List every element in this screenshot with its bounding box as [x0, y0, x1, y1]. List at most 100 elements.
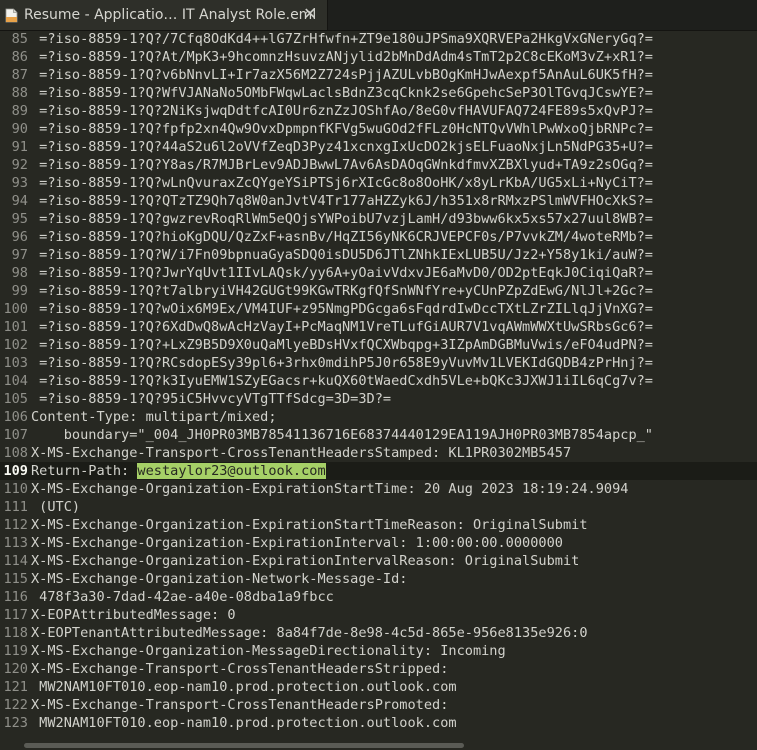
- code-line[interactable]: 95 =?iso-8859-1?Q?gwzrevRoqRlWm5eQOjsYWP…: [0, 210, 757, 228]
- line-text: =?iso-8859-1?Q?v6bNnvLI+Ir7azX56M2Z724sP…: [31, 66, 653, 84]
- code-line[interactable]: 89 =?iso-8859-1?Q?2NiKsjwqDdtfcAI0Ur6znZ…: [0, 102, 757, 120]
- line-text-content: =?iso-8859-1?Q?95iC5HvvcyVTgTTfSdcg=3D=3…: [31, 391, 392, 407]
- line-text: MW2NAM10FT010.eop-nam10.prod.protection.…: [31, 678, 456, 696]
- text-editor-window: 84 =?iso-8859-1?Q?XwiXnX1o4ML83t7ToT+d2U…: [0, 0, 757, 750]
- line-number: 96: [11, 229, 28, 245]
- selected-email-address[interactable]: westaylor23@outlook.com: [137, 463, 326, 479]
- line-text-content: =?iso-8859-1?Q?QTzTZ9Qh7q8W0anJvtV4Tr177…: [31, 193, 653, 209]
- code-line[interactable]: 108 X-MS-Exchange-Transport-CrossTenantHe…: [0, 444, 757, 462]
- code-line[interactable]: 111 (UTC): [0, 498, 757, 516]
- line-text-content: =?iso-8859-1?Q?WfVJANaNo5OMbFWqwLaclsBdn…: [31, 85, 653, 101]
- line-number: 117: [3, 607, 28, 623]
- line-text: =?iso-8859-1?Q?95iC5HvvcyVTgTTfSdcg=3D=3…: [31, 390, 391, 408]
- line-number: 98: [11, 265, 28, 281]
- current-line[interactable]: 109 Return-Path: westaylor23@outlook.com: [0, 462, 757, 480]
- line-text: X-MS-Exchange-Transport-CrossTenantHeade…: [31, 696, 448, 714]
- line-text: X-MS-Exchange-Organization-MessageDirect…: [31, 642, 506, 660]
- line-number: 107: [3, 427, 28, 443]
- code-line[interactable]: 118 X-EOPTenantAttributedMessage: 8a84f7d…: [0, 624, 757, 642]
- code-line[interactable]: 114 X-MS-Exchange-Organization-Expiration…: [0, 552, 757, 570]
- code-line[interactable]: 102 =?iso-8859-1?Q?+LxZ9B5D9X0uQaMlyeBDs…: [0, 336, 757, 354]
- line-number: 123: [3, 715, 28, 731]
- code-line[interactable]: 94 =?iso-8859-1?Q?QTzTZ9Qh7q8W0anJvtV4Tr…: [0, 192, 757, 210]
- code-editor[interactable]: 84 =?iso-8859-1?Q?XwiXnX1o4ML83t7ToT+d2U…: [0, 20, 757, 750]
- code-line[interactable]: 87 =?iso-8859-1?Q?v6bNnvLI+Ir7azX56M2Z72…: [0, 66, 757, 84]
- code-line[interactable]: 119 X-MS-Exchange-Organization-MessageDir…: [0, 642, 757, 660]
- line-text: X-MS-Exchange-Organization-ExpirationSta…: [31, 516, 588, 534]
- code-line[interactable]: 106 Content-Type: multipart/mixed;: [0, 408, 757, 426]
- line-text-content: =?iso-8859-1?Q?wLnQvuraxZcQYgeYSiPTSj6rX…: [31, 175, 653, 191]
- code-line[interactable]: 98 =?iso-8859-1?Q?JwrYqUvt1IIvLAQsk/yy6A…: [0, 264, 757, 282]
- code-line[interactable]: 103 =?iso-8859-1?Q?RCsdopESy39pl6+3rhx0m…: [0, 354, 757, 372]
- code-line[interactable]: 123 MW2NAM10FT010.eop-nam10.prod.protect…: [0, 714, 757, 732]
- line-text: =?iso-8859-1?Q?fpfp2xn4Qw9OvxDpmpnfKFVg5…: [31, 120, 653, 138]
- line-text-content: =?iso-8859-1?Q?wOix6M9Ex/VM4IUF+z95NmgPD…: [31, 301, 653, 317]
- line-text: =?iso-8859-1?Q?W/i7Fn09bpnuaGyaSDQ0isDU5…: [31, 246, 653, 264]
- line-text: X-MS-Exchange-Organization-ExpirationInt…: [31, 552, 579, 570]
- scrollbar-thumb[interactable]: [24, 743, 464, 748]
- line-text-content: Return-Path:: [31, 463, 138, 479]
- line-number: 94: [11, 193, 28, 209]
- code-line[interactable]: 105 =?iso-8859-1?Q?95iC5HvvcyVTgTTfSdcg=…: [0, 390, 757, 408]
- line-text-content: =?iso-8859-1?Q?Y8as/R7MJBrLev9ADJBwwL7Av…: [31, 157, 653, 173]
- code-line[interactable]: 96 =?iso-8859-1?Q?hioKgDQU/QzZxF+asnBv/H…: [0, 228, 757, 246]
- code-line[interactable]: 113 X-MS-Exchange-Organization-Expiration…: [0, 534, 757, 552]
- line-text: Return-Path: westaylor23@outlook.com: [31, 462, 326, 480]
- line-text: MW2NAM10FT010.eop-nam10.prod.protection.…: [31, 714, 456, 732]
- horizontal-scrollbar[interactable]: [0, 742, 757, 750]
- line-text: X-MS-Exchange-Transport-CrossTenantHeade…: [31, 660, 448, 678]
- code-line[interactable]: 122 X-MS-Exchange-Transport-CrossTenantHe…: [0, 696, 757, 714]
- code-line[interactable]: 91 =?iso-8859-1?Q?44aS2u6l2oVVfZeqD3Pyz4…: [0, 138, 757, 156]
- line-text: X-MS-Exchange-Organization-Network-Messa…: [31, 570, 407, 588]
- code-line[interactable]: 86 =?iso-8859-1?Q?At/MpK3+9hcomnzHsuvzAN…: [0, 48, 757, 66]
- line-text-content: X-MS-Exchange-Transport-CrossTenantHeade…: [31, 445, 572, 461]
- line-text: boundary="_004_JH0PR03MB78541136716E6837…: [31, 426, 653, 444]
- line-text-content: =?iso-8859-1?Q?/7Cfq8OdKd4++lG7ZrHfwfn+Z…: [31, 31, 653, 47]
- code-line[interactable]: 85 =?iso-8859-1?Q?/7Cfq8OdKd4++lG7ZrHfwf…: [0, 30, 757, 48]
- file-tab[interactable]: Resume - Applicatio… IT Analyst Role.eml…: [0, 0, 328, 30]
- code-line[interactable]: 112 X-MS-Exchange-Organization-Expiration…: [0, 516, 757, 534]
- line-number: 99: [11, 283, 28, 299]
- code-line[interactable]: 90 =?iso-8859-1?Q?fpfp2xn4Qw9OvxDpmpnfKF…: [0, 120, 757, 138]
- code-line[interactable]: 110 X-MS-Exchange-Organization-Expiration…: [0, 480, 757, 498]
- code-line[interactable]: 92 =?iso-8859-1?Q?Y8as/R7MJBrLev9ADJBwwL…: [0, 156, 757, 174]
- code-line[interactable]: 116 478f3a30-7dad-42ae-a40e-08dba1a9fbcc: [0, 588, 757, 606]
- code-line[interactable]: 115 X-MS-Exchange-Organization-Network-Me…: [0, 570, 757, 588]
- line-text-content: X-MS-Exchange-Organization-ExpirationInt…: [31, 553, 580, 569]
- line-text: =?iso-8859-1?Q?2NiKsjwqDdtfcAI0Ur6znZzJO…: [31, 102, 653, 120]
- line-text-content: =?iso-8859-1?Q?6XdDwQ8wAcHzVayI+PcMaqNM1…: [31, 319, 653, 335]
- line-text-content: =?iso-8859-1?Q?t7albryiVH42GUGt99KGwTRKg…: [31, 283, 653, 299]
- line-text-content: X-EOPTenantAttributedMessage: 8a84f7de-8…: [31, 625, 588, 641]
- code-line[interactable]: 100 =?iso-8859-1?Q?wOix6M9Ex/VM4IUF+z95N…: [0, 300, 757, 318]
- code-line[interactable]: 97 =?iso-8859-1?Q?W/i7Fn09bpnuaGyaSDQ0is…: [0, 246, 757, 264]
- line-number: 121: [3, 679, 28, 695]
- line-text-content: =?iso-8859-1?Q?RCsdopESy39pl6+3rhx0mdihP…: [31, 355, 653, 371]
- line-text: =?iso-8859-1?Q?/7Cfq8OdKd4++lG7ZrHfwfn+Z…: [31, 30, 653, 48]
- line-text-content: 478f3a30-7dad-42ae-a40e-08dba1a9fbcc: [31, 589, 334, 605]
- code-line[interactable]: 104 =?iso-8859-1?Q?k3IyuEMW1SZyEGacsr+ku…: [0, 372, 757, 390]
- line-number: 95: [11, 211, 28, 227]
- tab-title: Resume - Applicatio… IT Analyst Role.eml: [24, 7, 317, 23]
- code-line[interactable]: 101 =?iso-8859-1?Q?6XdDwQ8wAcHzVayI+PcMa…: [0, 318, 757, 336]
- line-text-content: X-EOPAttributedMessage: 0: [31, 607, 236, 623]
- close-icon[interactable]: ✕: [303, 6, 317, 22]
- line-text: =?iso-8859-1?Q?Y8as/R7MJBrLev9ADJBwwL7Av…: [31, 156, 653, 174]
- line-number: 113: [3, 535, 28, 551]
- line-text: 478f3a30-7dad-42ae-a40e-08dba1a9fbcc: [31, 588, 334, 606]
- code-line[interactable]: 107 boundary="_004_JH0PR03MB78541136716E…: [0, 426, 757, 444]
- line-number: 109: [3, 463, 28, 479]
- line-number: 119: [3, 643, 28, 659]
- code-line[interactable]: 93 =?iso-8859-1?Q?wLnQvuraxZcQYgeYSiPTSj…: [0, 174, 757, 192]
- code-line[interactable]: 88 =?iso-8859-1?Q?WfVJANaNo5OMbFWqwLacls…: [0, 84, 757, 102]
- code-line[interactable]: 120 X-MS-Exchange-Transport-CrossTenantHe…: [0, 660, 757, 678]
- code-line[interactable]: 99 =?iso-8859-1?Q?t7albryiVH42GUGt99KGwT…: [0, 282, 757, 300]
- line-number: 87: [11, 67, 28, 83]
- line-number: 93: [11, 175, 28, 191]
- line-number: 105: [3, 391, 28, 407]
- line-number: 97: [11, 247, 28, 263]
- code-line[interactable]: 121 MW2NAM10FT010.eop-nam10.prod.protect…: [0, 678, 757, 696]
- line-number: 88: [11, 85, 28, 101]
- line-text-content: =?iso-8859-1?Q?hioKgDQU/QzZxF+asnBv/HqZI…: [31, 229, 653, 245]
- code-line[interactable]: 117 X-EOPAttributedMessage: 0: [0, 606, 757, 624]
- line-number: 92: [11, 157, 28, 173]
